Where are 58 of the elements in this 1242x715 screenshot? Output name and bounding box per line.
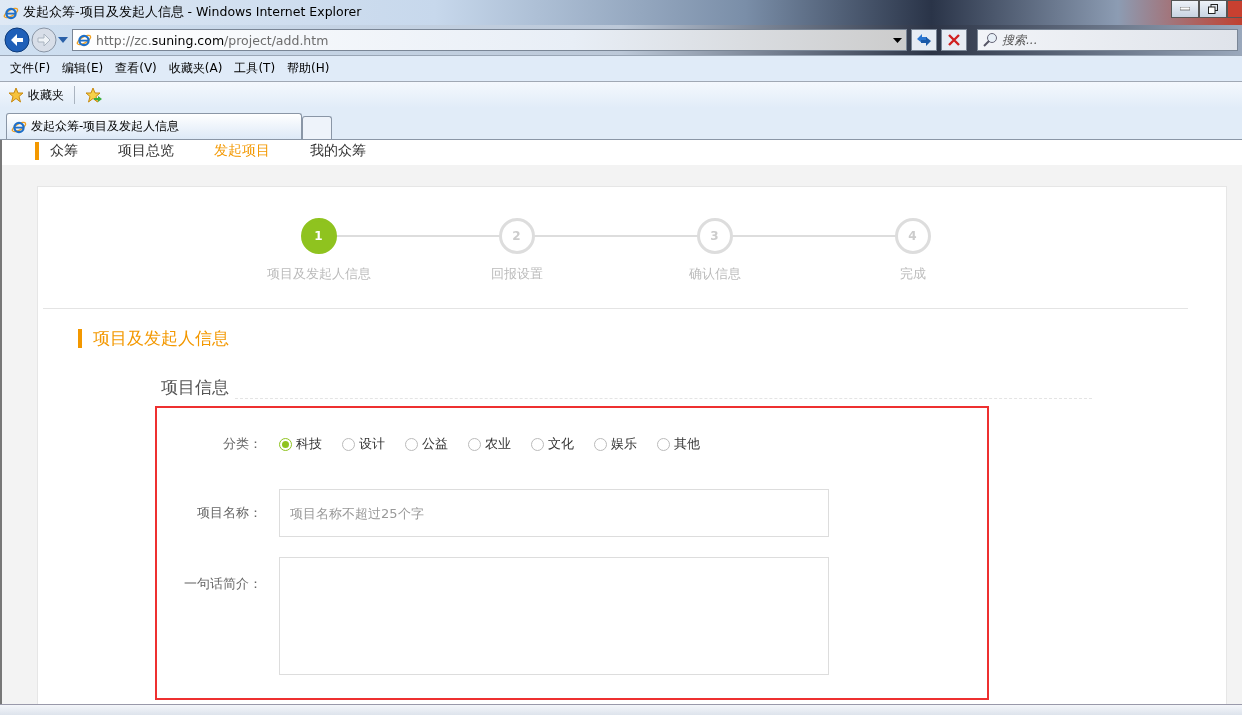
refresh-icon[interactable] [916,33,932,47]
restore-button[interactable] [1199,0,1227,18]
close-button[interactable] [1227,0,1242,18]
radio-button[interactable] [405,437,418,451]
field-label: 一句话简介： [183,575,263,593]
radio-button[interactable] [657,437,670,451]
refresh-button[interactable] [911,29,937,51]
menu-item[interactable]: 工具(T) [228,60,282,77]
nav-link[interactable]: 项目总览 [118,141,174,160]
step-label: 回报设置 [490,265,543,283]
field-label: 分类： [222,435,263,453]
radio-label[interactable]: 设计 [359,435,385,453]
search-icon [982,32,998,48]
text-area[interactable] [279,557,829,675]
menu-item[interactable]: 收藏夹(A) [162,60,229,77]
restore-icon[interactable] [1208,3,1218,14]
step-label: 完成 [899,265,926,283]
caret-icon[interactable] [893,37,902,43]
input-field[interactable]: 项目名称不超过25个字 [279,489,829,537]
step-number: 1 [300,218,337,254]
menu-item[interactable]: 帮助(H) [281,60,336,77]
radio-button[interactable] [279,437,292,451]
url-text: http://zc.suning.com/project/add.htm [96,32,329,48]
address-field[interactable]: http://zc.suning.com/project/add.htm [72,29,907,51]
radio-button[interactable] [468,437,481,451]
menu-item[interactable]: 文件(F) [4,60,57,77]
site-brand[interactable]: 众筹 [35,141,78,160]
star-icon [8,87,24,103]
radio-button[interactable] [594,437,607,451]
menu-item[interactable]: 编辑(E) [56,60,110,77]
radio-label[interactable]: 科技 [296,435,322,453]
step-label: 确认信息 [688,265,741,283]
subsection-title: 项目信息 [161,376,229,399]
close-icon[interactable] [948,34,960,46]
menu-item[interactable]: 查看(V) [109,60,163,77]
minimize-icon[interactable] [1180,6,1190,11]
favorites-button[interactable]: 收藏夹 [8,86,64,104]
stop-button[interactable] [941,29,967,51]
radio-label[interactable]: 农业 [485,435,511,453]
radio-label[interactable]: 娱乐 [611,435,637,453]
window-title: 发起众筹-项目及发起人信息 - Windows Internet Explorer [23,4,362,21]
page-icon [76,32,92,48]
radio-label[interactable]: 公益 [422,435,448,453]
search-field[interactable]: 搜索... [977,29,1238,51]
add-favorite-icon[interactable] [85,87,103,103]
nav-link[interactable]: 我的众筹 [310,141,366,160]
browser-tab[interactable]: 发起众筹-项目及发起人信息 [6,113,302,139]
radio-label[interactable]: 文化 [548,435,574,453]
radio-button[interactable] [531,437,544,451]
field-label: 项目名称： [196,504,263,522]
new-tab-button[interactable] [302,116,332,139]
step-label: 项目及发起人信息 [266,265,371,283]
radio-label[interactable]: 其他 [674,435,700,453]
history-dropdown-icon[interactable] [58,37,68,43]
minimize-button[interactable] [1171,0,1199,18]
radio-button[interactable] [342,437,355,451]
section-title: 项目及发起人信息 [78,329,1188,348]
back-button[interactable] [4,27,30,53]
